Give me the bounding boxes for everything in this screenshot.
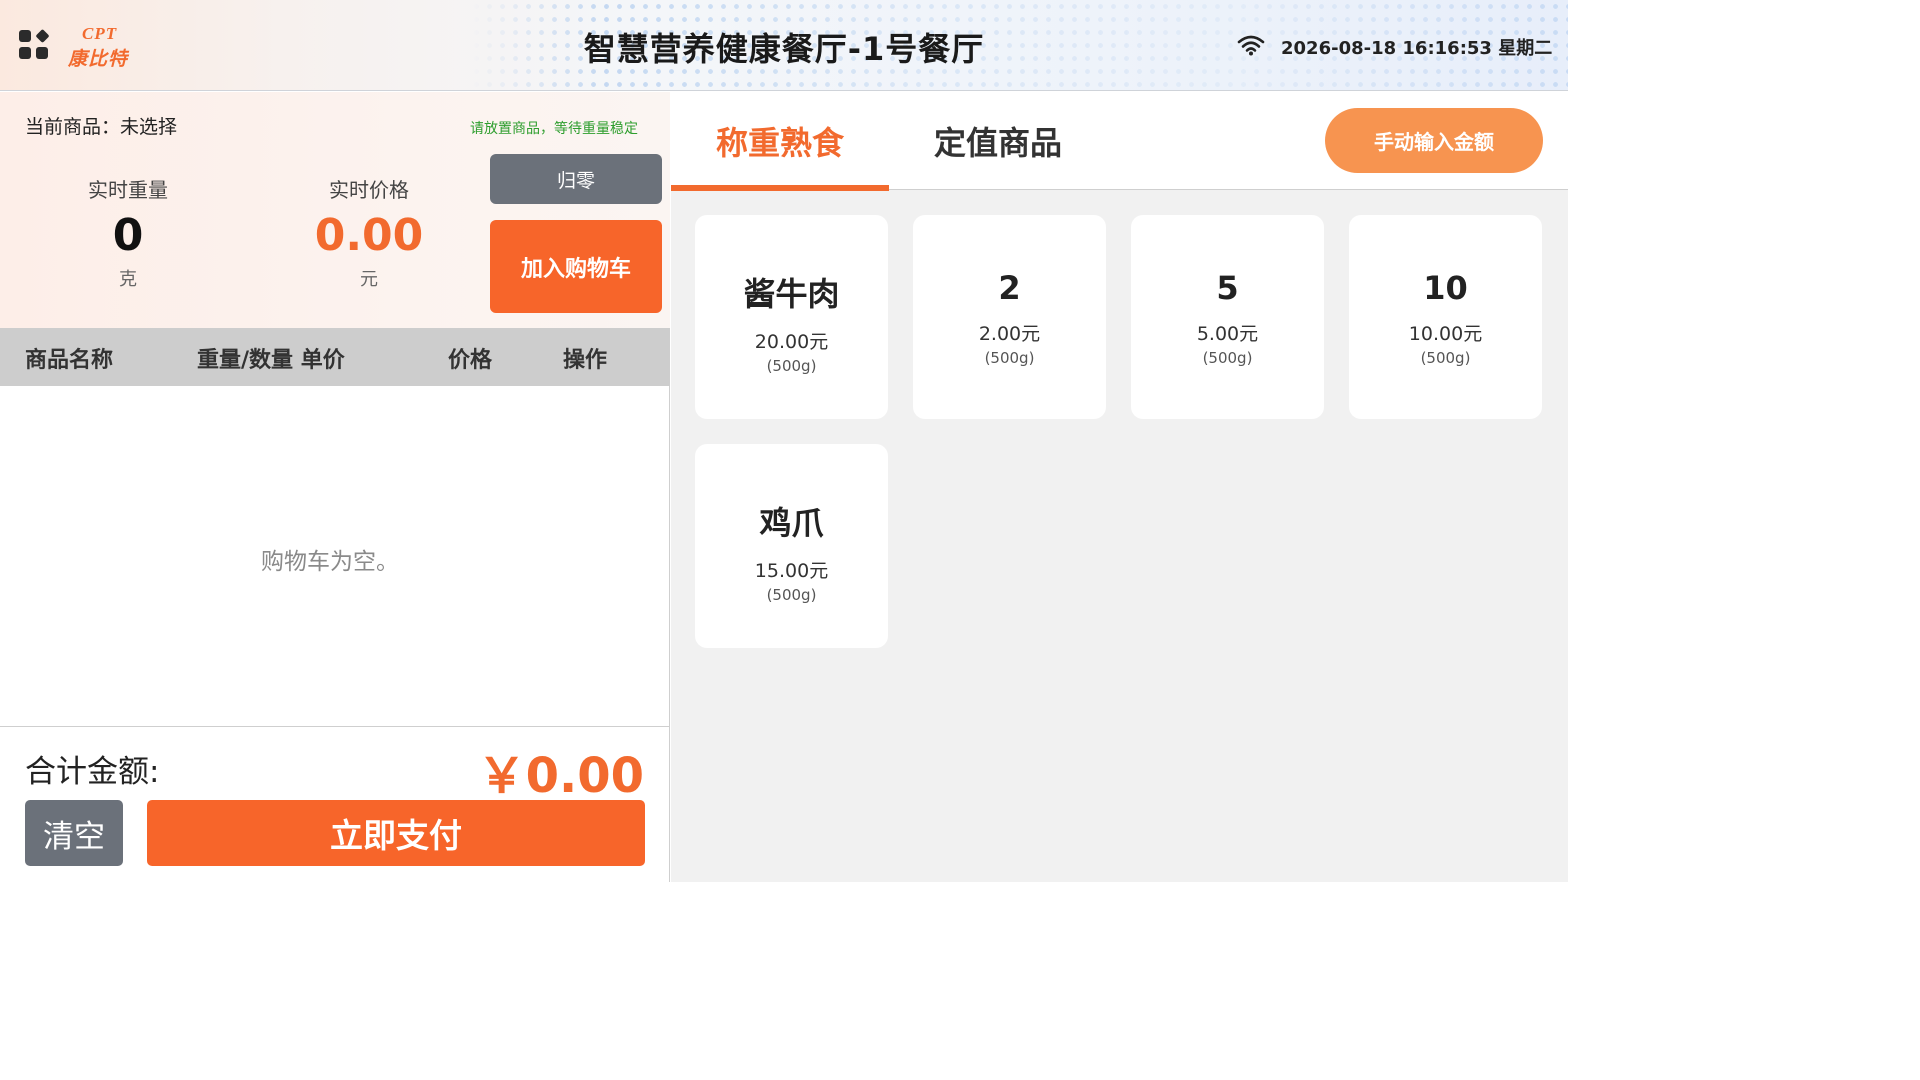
tab-fixed-price[interactable]: 定值商品 (889, 92, 1107, 190)
add-to-cart-button[interactable]: 加入购物车 (490, 220, 662, 313)
product-unit: (500g) (984, 349, 1035, 367)
product-card[interactable]: 2 2.00元 (500g) (913, 215, 1106, 419)
total-label: 合计金额: (25, 754, 160, 790)
product-unit: (500g) (766, 357, 817, 375)
cart-table-header: 商品名称 重量/数量 单价 价格 操作 (0, 328, 670, 386)
zero-button[interactable]: 归零 (490, 154, 662, 204)
product-name: 酱牛肉 (743, 275, 840, 313)
datetime-display: 2026-08-18 16:16:53 星期二 (1281, 38, 1553, 59)
top-bar: CPT 康比特 智慧营养健康餐厅-1号餐厅 2026-08-18 16:16:5… (0, 0, 1568, 91)
product-name: 鸡爪 (759, 504, 824, 542)
cart-empty-message: 购物车为空。 (261, 549, 399, 575)
realtime-price: 实时价格 0.00 元 (269, 174, 469, 291)
wifi-icon (1237, 35, 1265, 56)
column-header-action: 操作 (563, 348, 608, 373)
product-name: 10 (1423, 269, 1468, 307)
product-name: 5 (1216, 269, 1239, 307)
product-unit: (500g) (1420, 349, 1471, 367)
manual-amount-button[interactable]: 手动输入金额 (1325, 108, 1543, 173)
weight-unit: 克 (119, 269, 137, 291)
product-card[interactable]: 酱牛肉 20.00元 (500g) (695, 215, 888, 419)
product-price: 20.00元 (754, 331, 829, 353)
total-amount: ￥0.00 (477, 748, 644, 804)
column-header-price: 价格 (448, 348, 493, 373)
tab-weighed-deli[interactable]: 称重熟食 (671, 92, 889, 191)
product-card[interactable]: 鸡爪 15.00元 (500g) (695, 444, 888, 648)
footer-divider (0, 726, 670, 727)
realtime-weight: 实时重量 0 克 (28, 174, 228, 291)
weight-value: 0 (112, 210, 144, 261)
product-card[interactable]: 5 5.00元 (500g) (1131, 215, 1324, 419)
product-price: 10.00元 (1408, 323, 1483, 345)
product-price: 2.00元 (978, 323, 1041, 345)
price-label: 实时价格 (329, 178, 409, 202)
price-unit: 元 (360, 269, 378, 291)
weight-hint: 请放置商品，等待重量稳定 (470, 121, 638, 137)
product-unit: (500g) (1202, 349, 1253, 367)
column-header-name: 商品名称 (25, 348, 114, 373)
product-price: 5.00元 (1196, 323, 1259, 345)
product-price: 15.00元 (754, 560, 829, 582)
clear-cart-button[interactable]: 清空 (25, 800, 123, 866)
current-product-label: 当前商品：未选择 (25, 116, 178, 138)
price-value: 0.00 (314, 210, 424, 261)
pay-now-button[interactable]: 立即支付 (147, 800, 645, 866)
product-name: 2 (998, 269, 1021, 307)
weight-label: 实时重量 (88, 178, 168, 202)
category-tabs: 称重熟食 定值商品 手动输入金额 (671, 92, 1568, 191)
scale-readout-area: 当前商品：未选择 请放置商品，等待重量稳定 实时重量 0 克 实时价格 0.00… (0, 92, 670, 328)
product-card[interactable]: 10 10.00元 (500g) (1349, 215, 1542, 419)
cart-panel: 当前商品：未选择 请放置商品，等待重量稳定 实时重量 0 克 实时价格 0.00… (0, 92, 670, 882)
column-header-weight: 重量/数量 单价 (197, 348, 345, 373)
product-panel: 称重熟食 定值商品 手动输入金额 酱牛肉 20.00元 (500g) 2 2.0… (671, 92, 1568, 882)
product-unit: (500g) (766, 586, 817, 604)
